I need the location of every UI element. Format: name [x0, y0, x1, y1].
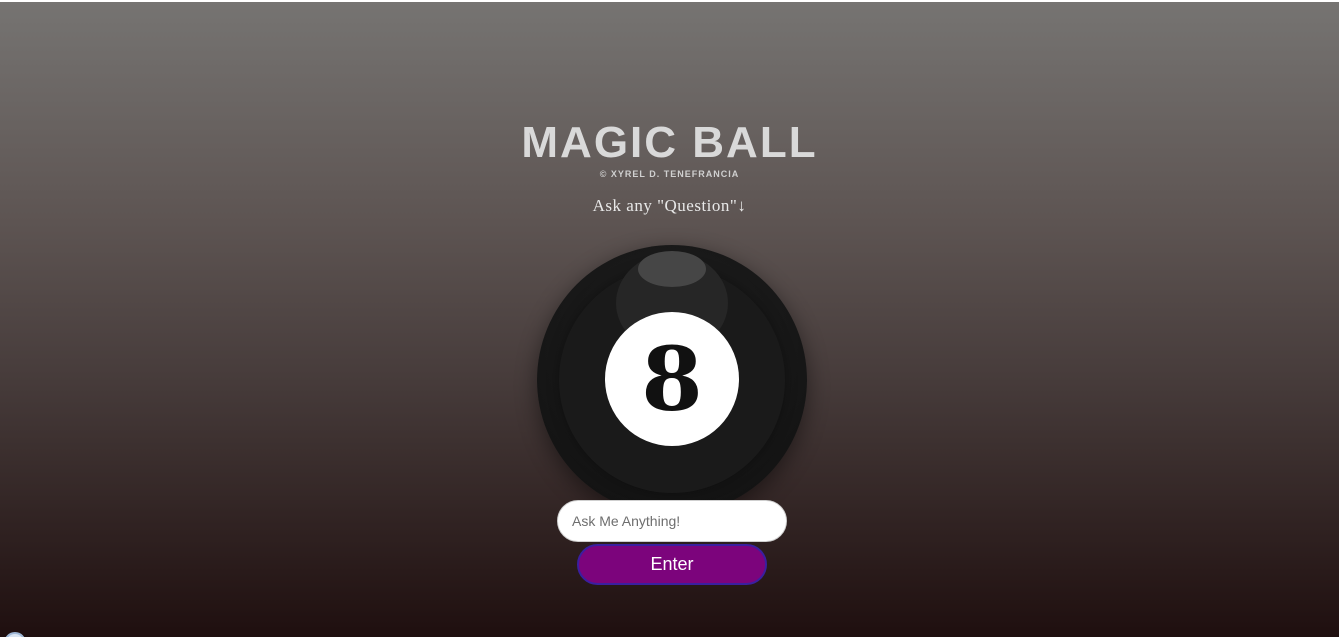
circle-icon[interactable]: [4, 632, 26, 637]
question-input[interactable]: [557, 500, 787, 542]
question-prompt: Ask any "Question"↓: [592, 196, 747, 215]
ball-glint: [638, 251, 706, 287]
magic-8-ball: 8: [537, 245, 807, 515]
page-title: MAGIC BALL: [521, 118, 818, 167]
page: MAGIC BALL © XYREL D. TENEFRANCIA Ask an…: [0, 0, 1339, 637]
ball-number: 8: [605, 312, 739, 446]
credit-text: © XYREL D. TENEFRANCIA: [599, 169, 740, 179]
enter-button[interactable]: Enter: [577, 544, 767, 585]
